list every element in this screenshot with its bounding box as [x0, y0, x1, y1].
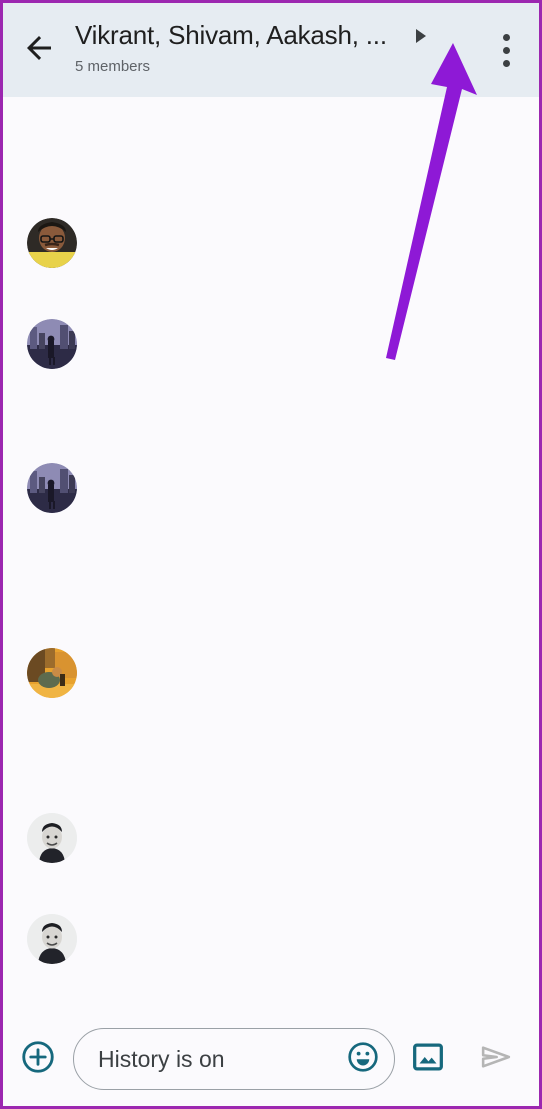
smiley-face-icon: [346, 1040, 380, 1079]
chat-screen: Vikrant, Shivam, Aakash, ... 5 members: [0, 0, 542, 1109]
app-header: Vikrant, Shivam, Aakash, ... 5 members: [3, 3, 539, 97]
avatar[interactable]: [27, 648, 77, 698]
message-row[interactable]: [27, 813, 517, 863]
avatar[interactable]: [27, 914, 77, 964]
title-row: Vikrant, Shivam, Aakash, ...: [75, 20, 473, 51]
image-picker-button[interactable]: [395, 1012, 461, 1106]
emoji-picker-button[interactable]: [346, 1040, 380, 1079]
message-list[interactable]: [3, 97, 539, 1012]
message-row[interactable]: [27, 218, 517, 268]
circled-plus-icon: [20, 1039, 56, 1080]
triangle-right-icon[interactable]: [413, 27, 429, 45]
message-row[interactable]: [27, 319, 517, 369]
avatar[interactable]: [27, 218, 77, 268]
chat-title-block[interactable]: Vikrant, Shivam, Aakash, ... 5 members: [75, 3, 473, 75]
send-button[interactable]: [461, 1012, 531, 1106]
message-input-container[interactable]: [73, 1028, 395, 1090]
add-attachment-button[interactable]: [3, 1012, 73, 1106]
three-dots-vertical-icon-dot2: [502, 46, 510, 54]
member-count-label: 5 members: [75, 58, 151, 75]
message-composer: [3, 1012, 539, 1106]
three-dots-vertical-icon: [502, 33, 510, 41]
page-title: Vikrant, Shivam, Aakash, ...: [75, 20, 387, 50]
message-row[interactable]: [27, 914, 517, 964]
message-row[interactable]: [27, 648, 517, 698]
image-picker-icon: [411, 1040, 445, 1079]
message-input[interactable]: [98, 1045, 340, 1073]
three-dots-vertical-icon-dot3: [502, 59, 510, 67]
message-row[interactable]: [27, 463, 517, 513]
avatar[interactable]: [27, 463, 77, 513]
avatar[interactable]: [27, 813, 77, 863]
back-button[interactable]: [3, 3, 75, 97]
back-arrow-icon: [21, 30, 57, 71]
overflow-menu-button[interactable]: [473, 3, 539, 97]
avatar[interactable]: [27, 319, 77, 369]
send-arrow-icon: [476, 1037, 516, 1082]
